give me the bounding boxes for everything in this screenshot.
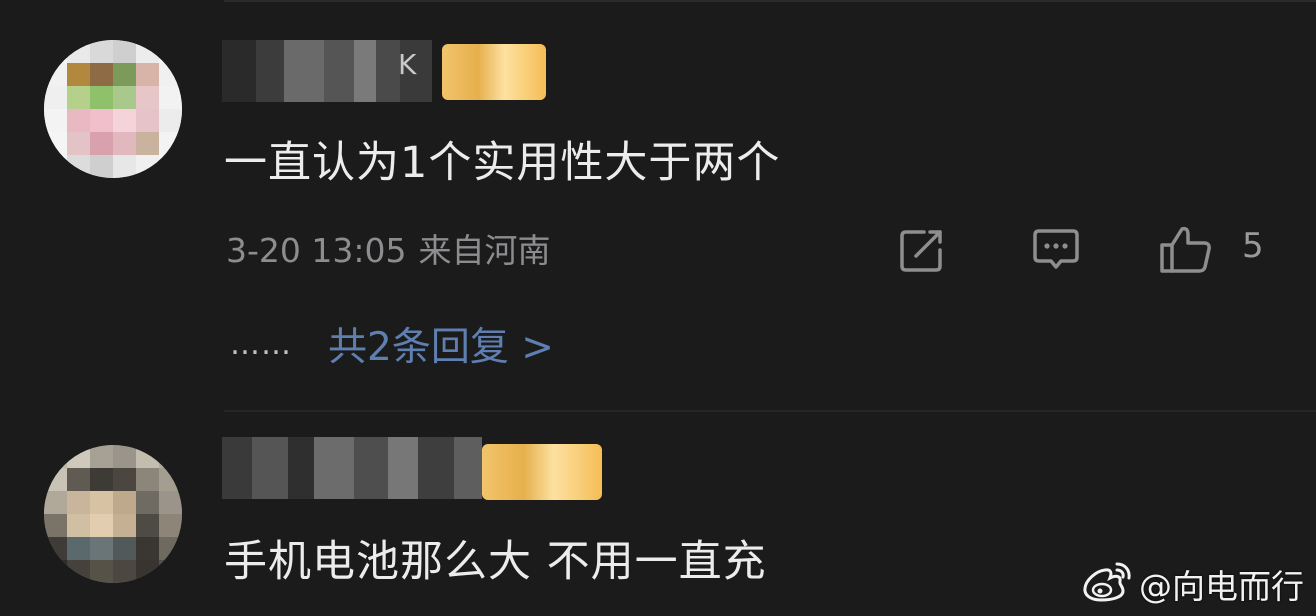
thumbs-up-icon	[1158, 225, 1214, 275]
view-replies-link[interactable]: 共2条回复 >	[328, 316, 554, 372]
username[interactable]: K	[222, 40, 432, 102]
watermark: @向电而行	[1081, 560, 1304, 608]
weibo-logo-icon	[1081, 560, 1133, 608]
share-icon	[898, 228, 946, 272]
vip-badge	[482, 444, 602, 500]
reply-button[interactable]	[1030, 224, 1082, 276]
avatar[interactable]	[44, 445, 182, 583]
share-button[interactable]	[896, 224, 948, 276]
action-bar: 5	[0, 220, 1316, 276]
comment-text: 手机电池那么大 不用一直充	[224, 537, 767, 587]
vip-badge	[442, 44, 546, 100]
avatar[interactable]	[44, 40, 182, 178]
replies-ellipsis: ……	[230, 326, 292, 362]
replies-row[interactable]: …… 共2条回复 >	[230, 316, 554, 372]
username-text: K	[398, 48, 419, 81]
like-button[interactable]	[1160, 224, 1212, 276]
username[interactable]	[222, 437, 482, 499]
like-count: 5	[1242, 226, 1264, 266]
comment-text: 一直认为1个实用性大于两个	[224, 138, 781, 188]
comment-icon	[1031, 227, 1081, 273]
watermark-text: @向电而行	[1139, 567, 1304, 606]
comment-item: K 一直认为1个实用性大于两个 3-20 13:05 来自河南 5 …… 共2条…	[0, 0, 1316, 410]
